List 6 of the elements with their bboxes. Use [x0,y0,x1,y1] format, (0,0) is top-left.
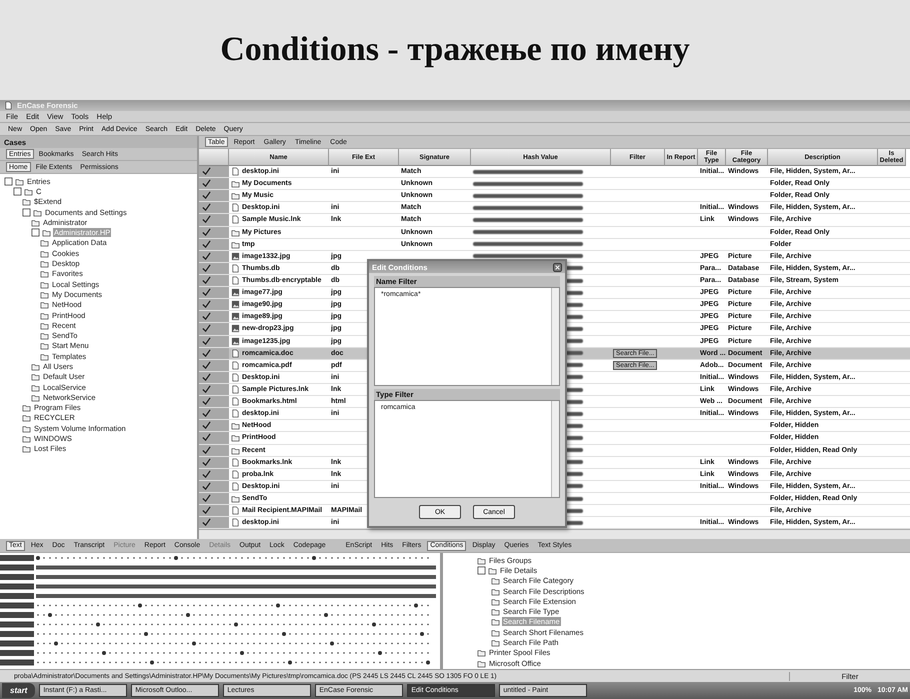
close-icon [553,262,562,272]
image-icon [231,252,240,261]
slide-title: Conditions - тражење по имену [219,30,691,70]
start-button[interactable]: start [2,683,36,698]
horizontal-scrollbar[interactable] [199,529,910,539]
file-icon [231,167,240,176]
